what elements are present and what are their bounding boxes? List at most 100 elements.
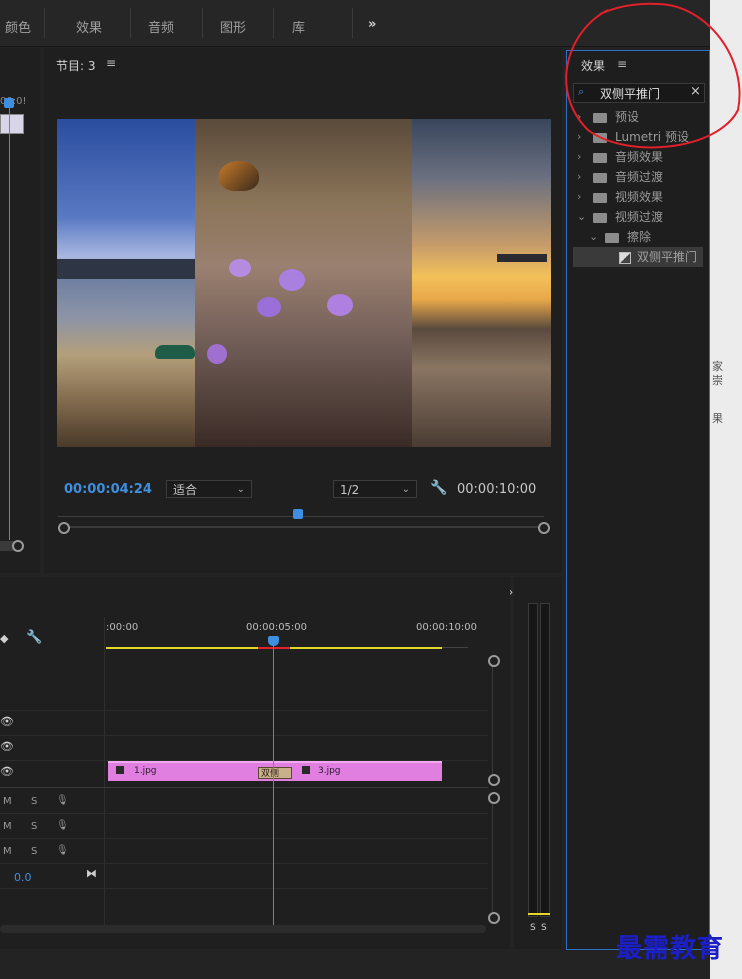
chevron-down-icon: ⌄ (577, 210, 587, 223)
watermark-logo: 最需教育 (616, 934, 725, 964)
clip-3-jpg[interactable]: 3.jpg (278, 761, 442, 781)
timeline-wrench-icon[interactable]: 🔧 (26, 630, 42, 645)
solo-button[interactable]: S (31, 821, 37, 832)
transition-double-side-door[interactable]: 双侧 (258, 767, 292, 779)
timeline-playhead[interactable] (268, 636, 279, 646)
tree-item-label: 视频过渡 (615, 210, 664, 224)
program-duration-timecode: 00:00:10:00 (457, 482, 537, 497)
mute-button[interactable]: M (3, 846, 12, 857)
transition-label: 双侧 (261, 769, 280, 779)
track-divider (0, 838, 488, 839)
tree-item-audio-transitions[interactable]: › 音频过渡 (567, 167, 707, 187)
transition-icon (619, 252, 631, 264)
clip-image-beach (57, 119, 197, 447)
solo-button[interactable]: S (31, 796, 37, 807)
chevron-right-icon: › (577, 170, 582, 183)
folder-icon (593, 193, 607, 203)
resolution-dropdown[interactable]: 1/2 ⌄ (333, 480, 417, 498)
chevron-right-icon: › (577, 190, 582, 203)
background-window-text: 家 崇 果 (712, 360, 723, 425)
go-to-end-icon[interactable]: ⧓ (86, 867, 97, 880)
marker-icon[interactable]: ◆ (0, 632, 8, 645)
clip-1-jpg[interactable]: 1.jpg (108, 761, 278, 781)
chevron-down-icon: ⌄ (401, 484, 410, 495)
track-divider (0, 888, 488, 889)
program-menu-icon[interactable]: ≡ (106, 56, 116, 70)
tree-item-label: 音频过渡 (615, 170, 664, 184)
video-scrollbar-track[interactable] (492, 659, 493, 779)
timeline-playhead-line (273, 639, 274, 925)
fit-dropdown[interactable]: 适合 ⌄ (166, 480, 252, 498)
track-divider (0, 735, 488, 736)
source-playhead[interactable] (4, 98, 14, 108)
flower-1 (229, 259, 251, 277)
source-panel: 00:0! (0, 48, 40, 573)
lake-pier (497, 254, 547, 262)
beach-horizon (57, 259, 197, 279)
program-video-frame (57, 119, 551, 447)
program-playhead[interactable] (293, 509, 303, 519)
video-audio-divider (0, 787, 488, 788)
settings-wrench-icon[interactable]: 🔧 (430, 480, 447, 496)
tree-item-double-side-door[interactable]: 双侧平推门 (573, 247, 703, 267)
fx-badge-icon (302, 766, 310, 774)
video-scroll-handle-bottom[interactable] (488, 774, 500, 786)
solo-button[interactable]: S (31, 846, 37, 857)
tree-item-wipe[interactable]: ⌄ 擦除 (567, 227, 707, 247)
tree-item-label: 双侧平推门 (637, 250, 698, 264)
workspace-tab-effects[interactable]: 效果 (76, 17, 102, 36)
mute-button[interactable]: M (3, 796, 12, 807)
microphone-icon[interactable]: 🎙 (56, 795, 69, 806)
tree-item-video-transitions[interactable]: ⌄ 视频过渡 (567, 207, 707, 227)
program-current-timecode[interactable]: 00:00:04:24 (64, 482, 152, 497)
source-scroll-handle[interactable] (12, 540, 24, 552)
resolution-dropdown-value: 1/2 (340, 483, 360, 497)
flower-3 (257, 297, 281, 317)
butterfly (219, 161, 259, 191)
workspace-tab-graphics[interactable]: 图形 (220, 17, 246, 36)
workspace-tab-audio[interactable]: 音频 (148, 17, 174, 36)
zoom-handle-left[interactable] (58, 522, 70, 534)
eye-icon[interactable]: 👁 (0, 715, 14, 728)
timeline-panel: ◆ 🔧 :00:00 00:00:05:00 00:00:10:00 👁 👁 👁… (0, 577, 510, 949)
meter-channel-left (528, 603, 538, 917)
ruler-label-5s: 00:00:05:00 (246, 622, 308, 633)
tree-item-label: 视频效果 (615, 190, 664, 204)
fx-badge-icon (116, 766, 124, 774)
master-volume-value[interactable]: 0.0 (14, 871, 32, 884)
audio-scroll-handle-top[interactable] (488, 792, 500, 804)
ruler-label-start: :00:00 (106, 622, 139, 633)
eye-icon[interactable]: 👁 (0, 765, 14, 778)
tree-item-video-effects[interactable]: › 视频效果 (567, 187, 707, 207)
workspace-tab-libraries[interactable]: 库 (292, 17, 305, 36)
track-divider (0, 863, 488, 864)
meter-solo-right[interactable]: S (541, 923, 547, 933)
transition-render-bar (258, 647, 290, 649)
folder-icon (605, 233, 619, 243)
program-zoom-bar[interactable] (64, 526, 542, 528)
meter-solo-left[interactable]: S (530, 923, 536, 933)
meter-peak-line (528, 913, 550, 915)
track-divider (0, 813, 488, 814)
clip-image-lake (412, 119, 551, 447)
chevron-down-icon: ⌄ (236, 484, 245, 495)
fit-dropdown-value: 适合 (173, 483, 198, 497)
tree-item-label: 擦除 (627, 230, 652, 244)
mute-button[interactable]: M (3, 821, 12, 832)
microphone-icon[interactable]: 🎙 (56, 845, 69, 856)
workspace-tab-color[interactable]: 颜色 (5, 17, 31, 36)
audio-scrollbar-track[interactable] (492, 796, 493, 916)
meter-channel-right (540, 603, 550, 917)
folder-icon (593, 173, 607, 183)
zoom-handle-right[interactable] (538, 522, 550, 534)
program-title[interactable]: 节目: 3 (56, 57, 96, 74)
workspace-overflow-button[interactable]: » (368, 17, 376, 32)
video-scroll-handle-top[interactable] (488, 655, 500, 667)
ruler-label-10s: 00:00:10:00 (416, 622, 478, 633)
eye-icon[interactable]: 👁 (0, 740, 14, 753)
timeline-horizontal-scrollbar[interactable] (0, 925, 486, 933)
beach-boat (155, 345, 195, 359)
microphone-icon[interactable]: 🎙 (56, 820, 69, 831)
audio-scroll-handle-bottom[interactable] (488, 912, 500, 924)
flower-5 (207, 344, 227, 364)
